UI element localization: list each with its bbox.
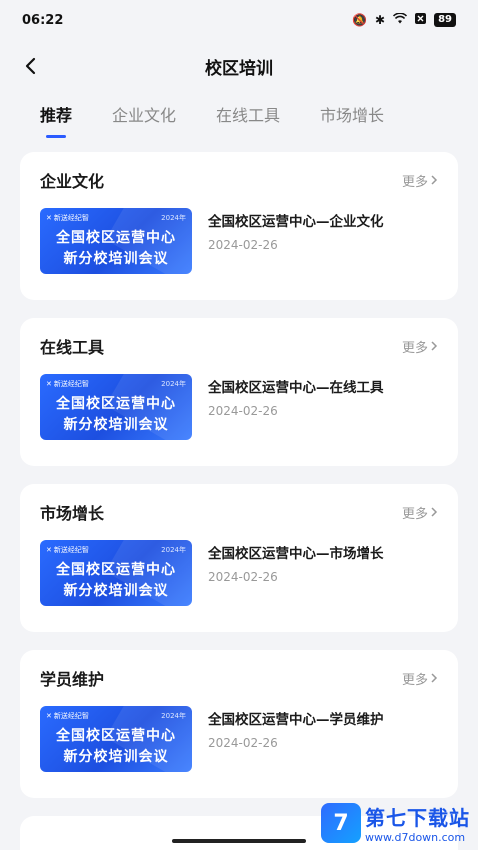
section-list: 企业文化 更多 ✕ 新送经纪智 2024年 全国校区运营中心 新分校培训会议 全国… [0,150,478,798]
section-card: 市场增长 更多 ✕ 新送经纪智 2024年 全国校区运营中心 新分校培训会议 全国… [20,484,458,632]
section-title: 在线工具 [40,338,105,357]
training-thumbnail[interactable]: ✕ 新送经纪智 2024年 全国校区运营中心 新分校培训会议 [40,540,192,606]
brand-logo-icon: ✕ [46,546,52,554]
tab-market-growth[interactable]: 市场增长 [320,102,384,138]
item-date: 2024-02-26 [208,736,278,750]
section-title: 市场增长 [40,504,105,523]
thumb-headline: 全国校区运营中心 [56,230,176,246]
training-thumbnail[interactable]: ✕ 新送经纪智 2024年 全国校区运营中心 新分校培训会议 [40,374,192,440]
brand-logo-icon: ✕ [46,380,52,388]
list-item[interactable]: ✕ 新送经纪智 2024年 全国校区运营中心 新分校培训会议 全国校区运营中心—企… [40,208,438,274]
thumb-year: 2024年 [161,546,186,554]
tab-corporate-culture[interactable]: 企业文化 [112,102,176,138]
training-thumbnail[interactable]: ✕ 新送经纪智 2024年 全国校区运营中心 新分校培训会议 [40,706,192,772]
more-link[interactable]: 更多 [402,669,438,688]
status-icons: 🔕 ✱ 89 [352,12,456,27]
chevron-right-icon [431,507,438,517]
more-link[interactable]: 更多 [402,171,438,190]
nav-bar: 校区培训 [0,40,478,92]
status-time: 06:22 [22,12,64,28]
watermark-url: www.d7down.com [365,831,466,844]
thumb-brand: ✕ 新送经纪智 [46,214,89,222]
thumb-headline: 全国校区运营中心 [56,728,176,744]
tab-bar: 推荐 企业文化 在线工具 市场增长 [0,92,478,150]
thumb-subheadline: 新分校培训会议 [63,583,169,599]
chevron-right-icon [431,673,438,683]
thumb-subheadline: 新分校培训会议 [63,417,169,433]
brand-logo-icon: ✕ [46,712,52,720]
training-thumbnail[interactable]: ✕ 新送经纪智 2024年 全国校区运营中心 新分校培训会议 [40,208,192,274]
mute-icon: 🔕 [352,13,368,27]
thumb-subheadline: 新分校培训会议 [63,251,169,267]
thumb-headline: 全国校区运营中心 [56,562,176,578]
thumb-brand: ✕ 新送经纪智 [46,380,89,388]
section-title: 企业文化 [40,172,105,191]
more-label: 更多 [401,340,428,356]
wifi-icon [393,12,408,27]
tab-recommend[interactable]: 推荐 [40,102,72,138]
item-date: 2024-02-26 [208,404,278,418]
thumb-year: 2024年 [161,214,186,222]
section-title: 学员维护 [40,670,105,689]
more-label: 更多 [401,506,428,522]
section-card: 在线工具 更多 ✕ 新送经纪智 2024年 全国校区运营中心 新分校培训会议 全国… [20,318,458,466]
watermark-name: 第七下载站 [365,806,470,830]
watermark-logo: 7 [321,803,361,843]
more-link[interactable]: 更多 [402,503,438,522]
item-date: 2024-02-26 [208,570,278,584]
chevron-left-icon [25,57,36,75]
back-button[interactable] [14,50,46,82]
item-title[interactable]: 全国校区运营中心—市场增长 [208,542,384,562]
list-item[interactable]: ✕ 新送经纪智 2024年 全国校区运营中心 新分校培训会议 全国校区运营中心—在… [40,374,438,440]
watermark: 7 第七下载站 www.d7down.com [321,802,470,844]
thumb-year: 2024年 [161,380,186,388]
thumb-brand: ✕ 新送经纪智 [46,712,89,720]
chevron-right-icon [431,341,438,351]
battery-icon: 89 [434,13,456,27]
more-label: 更多 [401,672,428,688]
more-label: 更多 [401,174,428,190]
item-title[interactable]: 全国校区运营中心—在线工具 [208,376,384,396]
thumb-year: 2024年 [161,712,186,720]
status-bar: 06:22 🔕 ✱ 89 [0,0,478,40]
thumb-subheadline: 新分校培训会议 [63,749,169,765]
brand-logo-icon: ✕ [46,214,52,222]
thumb-brand: ✕ 新送经纪智 [46,546,89,554]
chevron-right-icon [431,175,438,185]
list-item[interactable]: ✕ 新送经纪智 2024年 全国校区运营中心 新分校培训会议 全国校区运营中心—市… [40,540,438,606]
home-indicator[interactable] [172,839,306,843]
page-title: 校区培训 [205,58,273,79]
section-card: 学员维护 更多 ✕ 新送经纪智 2024年 全国校区运营中心 新分校培训会议 全国… [20,650,458,798]
item-title[interactable]: 全国校区运营中心—学员维护 [208,708,384,728]
list-item[interactable]: ✕ 新送经纪智 2024年 全国校区运营中心 新分校培训会议 全国校区运营中心—学… [40,706,438,772]
tab-online-tools[interactable]: 在线工具 [216,102,280,138]
item-date: 2024-02-26 [208,238,278,252]
more-link[interactable]: 更多 [402,337,438,356]
item-title[interactable]: 全国校区运营中心—企业文化 [208,210,384,230]
sim-icon [415,13,427,27]
thumb-headline: 全国校区运营中心 [56,396,176,412]
section-card: 企业文化 更多 ✕ 新送经纪智 2024年 全国校区运营中心 新分校培训会议 全国… [20,152,458,300]
bluetooth-icon: ✱ [375,13,386,27]
